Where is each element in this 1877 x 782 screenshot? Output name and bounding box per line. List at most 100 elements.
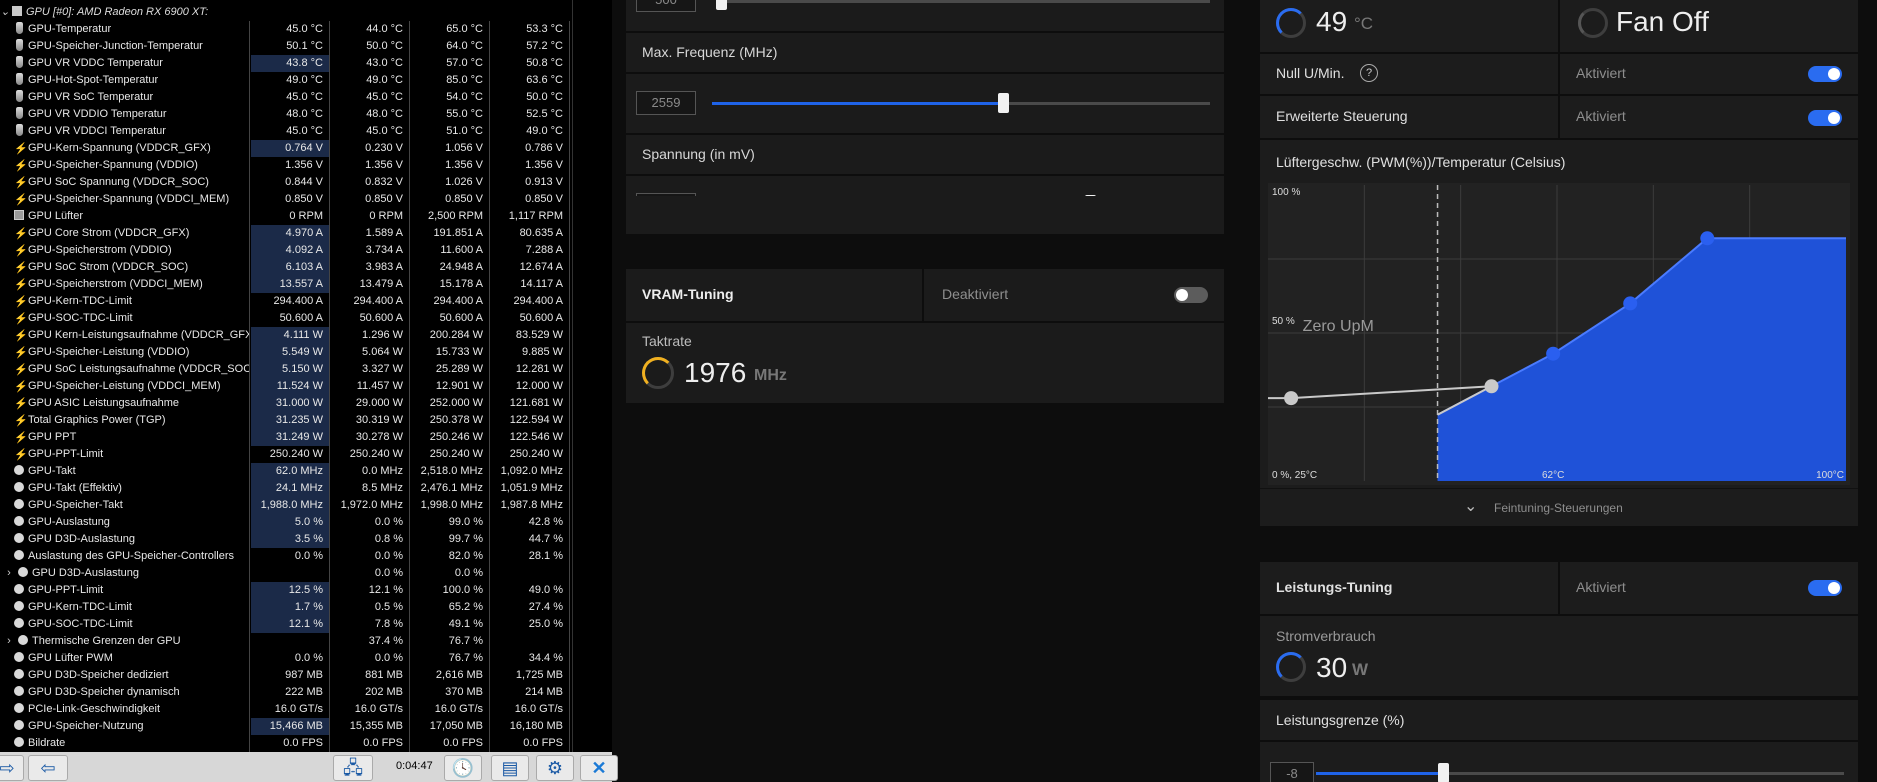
slider-thumb[interactable] <box>716 0 727 10</box>
sensor-row[interactable]: GPU-Speicher-Leistung (VDDIO) 5.549 W5.06… <box>0 344 572 361</box>
zero-rpm-toggle[interactable] <box>1808 66 1842 82</box>
sensor-name: PCIe-Link-Geschwindigkeit <box>0 701 250 718</box>
sensor-row[interactable]: › Thermische Grenzen der GPU 37.4 % 76.7 % <box>0 633 572 650</box>
nav-forward-button[interactable]: ⇨ <box>0 755 24 781</box>
minimum-value: 12.1 % <box>330 582 410 599</box>
sensor-row[interactable]: GPU Lüfter PWM 0.0 % 0.0 % 76.7 % 34.4 % <box>0 650 572 667</box>
fan-status-value: Fan Off <box>1616 6 1709 37</box>
fine-tuning-link[interactable]: Feintuning-Steuerungen <box>1494 501 1623 515</box>
sensor-name: GPU-PPT-Limit <box>0 446 250 463</box>
sensor-group-header[interactable]: ⌄ GPU [#0]: AMD Radeon RX 6900 XT: <box>0 4 572 21</box>
sensor-row[interactable]: GPU-Speicherstrom (VDDIO) 4.092 A3.734 A1… <box>0 242 572 259</box>
network-icon[interactable]: 🖧 <box>333 755 373 781</box>
sensor-row[interactable]: GPU D3D-Speicher dynamisch 222 MB 202 MB 37… <box>0 684 572 701</box>
sensor-name: GPU SoC Spannung (VDDCR_SOC) <box>0 174 250 191</box>
fan-curve-point-grey[interactable] <box>1484 379 1499 394</box>
chevron-down-icon[interactable]: ⌄ <box>1464 496 1477 516</box>
sensor-row[interactable]: GPU-Speicher-Nutzung 15,466 MB 15,355 MB 17… <box>0 718 572 735</box>
vram-tuning-toggle[interactable] <box>1174 287 1208 303</box>
sensor-row[interactable]: GPU-Kern-TDC-Limit294.400 A294.400 A294.… <box>0 293 572 310</box>
sensor-scrollbar[interactable] <box>572 0 612 752</box>
min-freq-slider[interactable] <box>716 0 1210 10</box>
current-value: 0.0 % <box>251 548 330 565</box>
advanced-control-toggle[interactable] <box>1808 110 1842 126</box>
sensor-label: GPU-Hot-Spot-Temperatur <box>28 74 159 86</box>
sensor-row[interactable]: GPU-Speicher-Spannung (VDDIO)1.356 V1.35… <box>0 157 572 174</box>
nav-back-button[interactable]: ⇦ <box>28 755 68 781</box>
sensor-row[interactable]: GPU D3D-Speicher dediziert 987 MB 881 MB 2,… <box>0 667 572 684</box>
sensor-label: GPU-Kern-TDC-Limit <box>28 295 132 307</box>
sensor-row[interactable]: GPU-Speicher-Spannung (VDDCI_MEM) 0.850 V… <box>0 191 572 208</box>
minimum-value: 1,972.0 MHz <box>330 497 410 514</box>
sensor-row[interactable]: GPU-Speicher-Leistung (VDDCI_MEM) 11.524 … <box>0 378 572 395</box>
power-tuning-toggle[interactable] <box>1808 580 1842 596</box>
current-value: 1.356 V <box>251 157 330 174</box>
average-value: 50.0 °C <box>490 89 570 106</box>
sensor-row[interactable]: GPU-Speicherstrom (VDDCI_MEM) 13.557 A13.… <box>0 276 572 293</box>
sensor-row[interactable]: GPU-Speicher-Takt 1,988.0 MHz 1,972.0 MHz 1… <box>0 497 572 514</box>
sensor-row[interactable]: Total Graphics Power (TGP) 31.235 W30.319… <box>0 412 572 429</box>
sensor-row[interactable]: GPU Lüfter 0 RPM 0 RPM 2,500 RPM 1,117 RPM <box>0 208 572 225</box>
sensor-row[interactable]: GPU ASIC Leistungsaufnahme 31.000 W29.000… <box>0 395 572 412</box>
sensor-row[interactable]: GPU Kern-Leistungsaufnahme (VDDCR_GFX)4.… <box>0 327 572 344</box>
expand-icon[interactable]: › <box>2 565 16 582</box>
average-value: 1,725 MB <box>490 667 570 684</box>
sensor-row[interactable]: GPU SoC Spannung (VDDCR_SOC) 0.844 V0.832… <box>0 174 572 191</box>
sensor-row[interactable]: Auslastung des GPU-Speicher-Controllers 0… <box>0 548 572 565</box>
fan-curve-point-grey[interactable] <box>1284 391 1299 406</box>
sensor-row[interactable]: GPU SoC Strom (VDDCR_SOC) 6.103 A3.983 A2… <box>0 259 572 276</box>
fan-curve-point[interactable] <box>1700 231 1715 246</box>
max-freq-value[interactable]: 2559 <box>636 91 696 115</box>
sensor-row[interactable]: Bildrate 0.0 FPS 0.0 FPS 0.0 FPS 0.0 FPS <box>0 735 572 752</box>
sensor-row[interactable]: PCIe-Link-Geschwindigkeit 16.0 GT/s 16.0 G… <box>0 701 572 718</box>
sensor-row[interactable]: GPU VR SoC Temperatur 45.0 °C 45.0 °C 54.0 … <box>0 89 572 106</box>
sensor-row[interactable]: GPU-Takt (Effektiv) 24.1 MHz 8.5 MHz 2,476.… <box>0 480 572 497</box>
report-icon[interactable]: ▤ <box>491 755 529 781</box>
collapse-icon[interactable]: ⌄ <box>0 4 10 21</box>
sensor-row[interactable]: GPU-Takt 62.0 MHz 0.0 MHz 2,518.0 MHz 1,092.… <box>0 463 572 480</box>
close-icon[interactable]: ✕ <box>580 755 618 781</box>
sensor-name: Auslastung des GPU-Speicher-Controllers <box>0 548 250 565</box>
fan-curve-point[interactable] <box>1546 346 1561 361</box>
fan-curve-chart[interactable]: 100 % 50 % Zero UpM 0 %, 25°C 62°C 100°C <box>1268 183 1850 485</box>
sensor-row[interactable]: GPU Core Strom (VDDCR_GFX) 4.970 A1.589 A… <box>0 225 572 242</box>
sensor-row[interactable]: GPU VR VDDCI Temperatur 45.0 °C 45.0 °C 51.… <box>0 123 572 140</box>
sensor-label: Auslastung des GPU-Speicher-Controllers <box>28 550 235 562</box>
slider-thumb[interactable] <box>1437 763 1449 782</box>
min-freq-value[interactable]: 500 <box>636 0 696 12</box>
sensor-row[interactable]: GPU-Hot-Spot-Temperatur 49.0 °C 49.0 °C 85.… <box>0 72 572 89</box>
sensor-row[interactable]: GPU-Kern-Spannung (VDDCR_GFX) 0.764 V0.23… <box>0 140 572 157</box>
sensor-row[interactable]: GPU VR VDDIO Temperatur 48.0 °C 48.0 °C 55.… <box>0 106 572 123</box>
slider-thumb[interactable] <box>998 93 1010 113</box>
max-freq-slider[interactable] <box>712 93 1210 113</box>
sensor-row[interactable]: GPU-Speicher-Junction-Temperatur 50.1 °C 5… <box>0 38 572 55</box>
sensor-row[interactable]: GPU-Kern-TDC-Limit 1.7 % 0.5 % 65.2 % 27.4 % <box>0 599 572 616</box>
temp-sensor-icon <box>16 73 23 85</box>
fan-curve-point[interactable] <box>1623 296 1638 311</box>
sensor-row[interactable]: › GPU D3D-Auslastung 0.0 % 0.0 % <box>0 565 572 582</box>
average-value: 122.594 W <box>490 412 570 429</box>
sensor-row[interactable]: GPU-SOC-TDC-Limit 12.1 % 7.8 % 49.1 % 25.0 % <box>0 616 572 633</box>
sensor-row[interactable]: GPU PPT 31.249 W30.278 W250.246 W122.546 … <box>0 429 572 446</box>
maximum-value: 54.0 °C <box>410 89 490 106</box>
expand-icon[interactable]: › <box>2 633 16 650</box>
sensor-label: GPU D3D-Speicher dynamisch <box>28 686 180 698</box>
average-value: 1.356 V <box>490 157 570 174</box>
power-limit-slider[interactable] <box>1316 763 1844 782</box>
clock-icon[interactable]: 🕓 <box>444 755 482 781</box>
sensor-row[interactable]: GPU-Auslastung 5.0 % 0.0 % 99.0 % 42.8 % <box>0 514 572 531</box>
current-value: 45.0 °C <box>251 89 330 106</box>
power-limit-value[interactable]: -8 <box>1270 762 1314 782</box>
sensor-row[interactable]: GPU VR VDDC Temperatur 43.8 °C 43.0 °C 57.0… <box>0 55 572 72</box>
clock-unit: MHz <box>754 367 787 384</box>
sensor-row[interactable]: GPU SoC Leistungsaufnahme (VDDCR_SOC)5.1… <box>0 361 572 378</box>
sensor-row[interactable]: GPU-SOC-TDC-Limit50.600 A50.600 A50.600 … <box>0 310 572 327</box>
sensor-table[interactable]: ⌄ GPU [#0]: AMD Radeon RX 6900 XT: GPU-Te… <box>0 0 572 752</box>
sensor-row[interactable]: GPU-PPT-Limit250.240 W250.240 W250.240 W… <box>0 446 572 463</box>
settings-gear-icon[interactable]: ⚙ <box>536 755 574 781</box>
current-value: 11.524 W <box>251 378 330 395</box>
help-icon[interactable]: ? <box>1360 64 1378 82</box>
sensor-row[interactable]: GPU D3D-Auslastung 3.5 % 0.8 % 99.7 % 44.7 % <box>0 531 572 548</box>
sensor-row[interactable]: GPU-PPT-Limit 12.5 % 12.1 % 100.0 % 49.0 % <box>0 582 572 599</box>
sensor-row[interactable]: GPU-Temperatur 45.0 °C 44.0 °C 65.0 °C 53.3 … <box>0 21 572 38</box>
